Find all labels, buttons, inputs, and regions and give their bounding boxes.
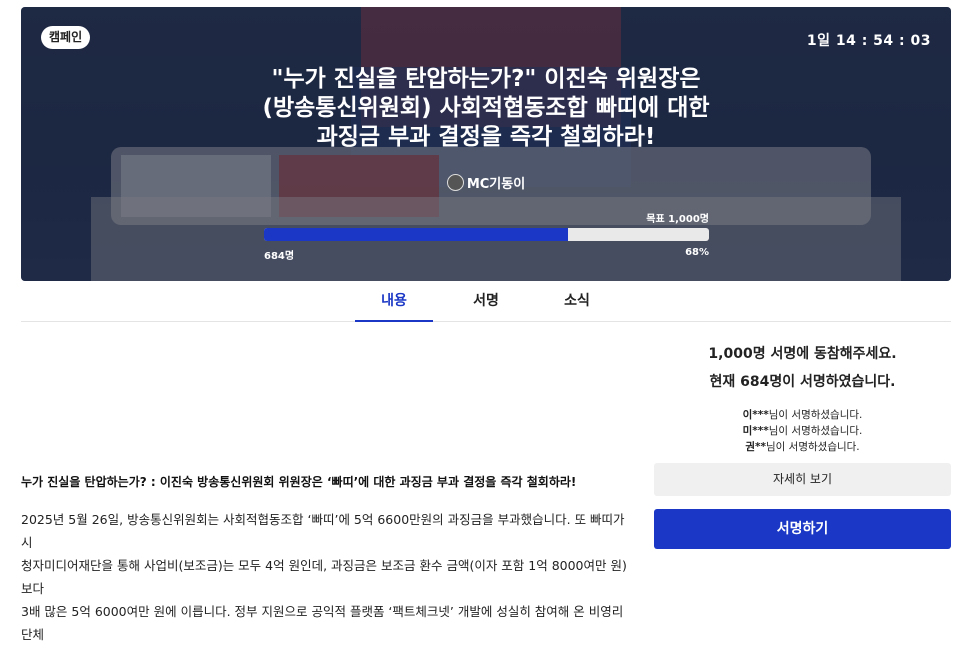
campaign-title: "누가 진실을 탄압하는가?" 이진숙 위원장은 (방송통신위원회) 사회적협동… [21, 65, 951, 152]
sign-button[interactable]: 서명하기 [654, 509, 951, 549]
view-more-button[interactable]: 자세히 보기 [654, 463, 951, 496]
tab-news[interactable]: 소식 [538, 283, 616, 320]
title-line: (방송통신위원회) 사회적협동조합 빠띠에 대한 [262, 95, 710, 121]
campaign-badge: 캠페인 [41, 26, 91, 49]
article-line: 2025년 5월 26일, 방송통신위원회는 사회적협동조합 ‘빠띠’에 5억 … [21, 512, 625, 550]
title-line: "누가 진실을 탄압하는가?" 이진숙 위원장은 [271, 66, 701, 92]
article-heading: 누가 진실을 탄압하는가? : 이진숙 방송통신위원회 위원장은 ‘빠띠’에 대… [21, 475, 577, 489]
progress-bar [264, 228, 709, 241]
signature-status-text: 현재 684명이 서명하였습니다. [709, 374, 896, 390]
article-body: 2025년 5월 26일, 방송통신위원회는 사회적협동조합 ‘빠띠’에 5억 … [21, 508, 633, 646]
signer-item: 권**님이 서명하셨습니다. [745, 441, 860, 453]
title-line: 과징금 부과 결정을 즉각 철회하라! [316, 124, 656, 150]
article-line: 3배 많은 5억 6000여만 원에 이릅니다. 정부 지원으로 공익적 플랫폼… [21, 604, 624, 642]
author-name: MC기동이 [466, 177, 526, 192]
content-tabs: 내용 서명 소식 [21, 283, 951, 322]
tab-signatures[interactable]: 서명 [447, 283, 525, 320]
countdown-timer: 1일 14 : 54 : 03 [806, 33, 931, 49]
recent-signers: 이***님이 서명하셨습니다. 미***님이 서명하셨습니다. 권**님이 서명… [654, 407, 951, 455]
progress-percent: 68% [685, 247, 709, 258]
author[interactable]: MC기동이 [21, 173, 951, 192]
progress-fill [264, 228, 569, 241]
tab-content[interactable]: 내용 [355, 283, 433, 322]
author-avatar [446, 174, 464, 191]
signer-item: 미***님이 서명하셨습니다. [742, 425, 863, 437]
signer-item: 이***님이 서명하셨습니다. [742, 409, 863, 421]
goal-label: 목표 1,000명 [646, 214, 709, 225]
signature-count: 684명 [264, 251, 295, 262]
signature-goal-text: 1,000명 서명에 동참해주세요. [708, 346, 897, 362]
campaign-hero: 캠페인 1일 14 : 54 : 03 "누가 진실을 탄압하는가?" 이진숙 … [21, 7, 951, 281]
signature-panel: 1,000명 서명에 동참해주세요. 현재 684명이 서명하였습니다. 이**… [654, 330, 951, 549]
article-line: 청자미디어재단을 통해 사업비(보조금)는 모두 4억 원인데, 과징금은 보조… [21, 558, 627, 596]
